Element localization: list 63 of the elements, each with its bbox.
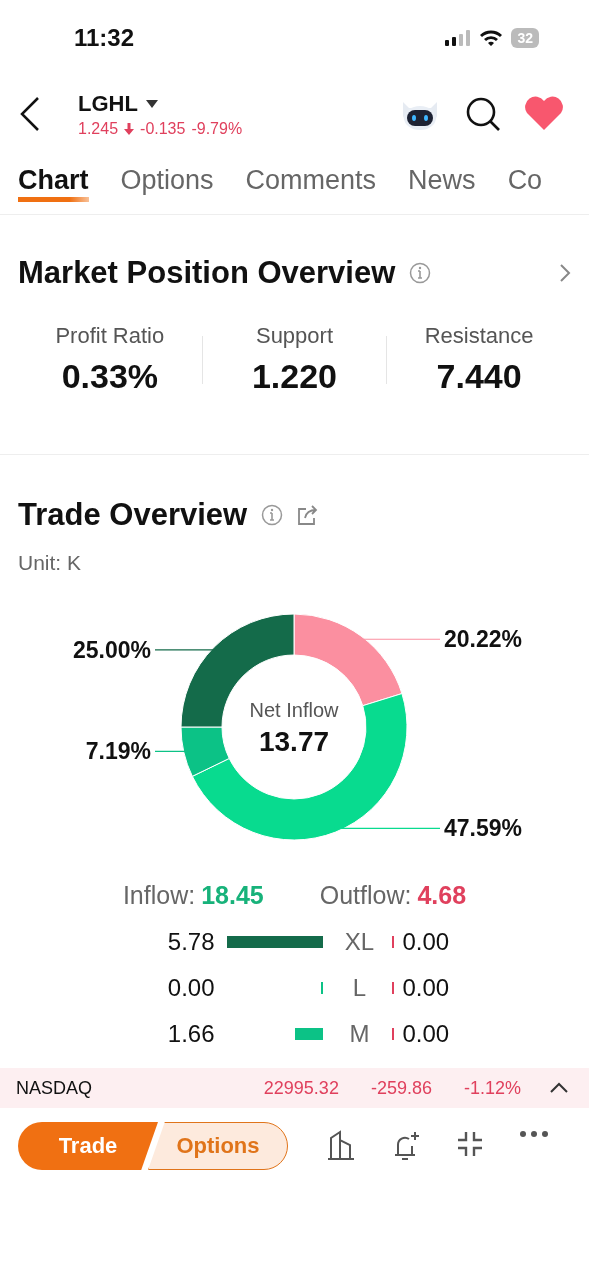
- inflow-bar: [294, 1028, 323, 1040]
- wifi-icon: [479, 29, 504, 47]
- tab[interactable]: Options: [120, 164, 214, 202]
- index-change-percent: -1.12%: [463, 1077, 521, 1099]
- tab[interactable]: Co: [507, 164, 543, 202]
- stat-value: 1.220: [251, 357, 338, 396]
- inflow-amount: 5.78: [166, 928, 216, 956]
- section-title: Trade Overview: [18, 497, 248, 533]
- order-size-label: M: [348, 1020, 371, 1048]
- center-value: 13.77: [258, 726, 330, 757]
- outflow-amount: 0.00: [402, 1020, 451, 1048]
- stat-value: 7.440: [436, 357, 522, 396]
- inflow-bar: [320, 982, 323, 994]
- outflow-amount: 0.00: [402, 974, 451, 1002]
- outflow-bar: [391, 982, 394, 994]
- outflow-bar: [391, 936, 394, 948]
- stat-label: Support: [255, 323, 333, 349]
- slice-percent-label: 25.00%: [73, 636, 151, 663]
- outflow-bar: [391, 1028, 394, 1040]
- chevron-up-icon[interactable]: [549, 1082, 569, 1094]
- slice-percent-label: 47.59%: [444, 815, 522, 842]
- slice-percent-label: 20.22%: [444, 626, 522, 653]
- stock-symbol[interactable]: LGHL: [78, 90, 138, 117]
- stock-price: 1.245: [78, 119, 119, 138]
- outflow-value: 4.68: [417, 881, 467, 910]
- inflow-label: Inflow:: [122, 881, 196, 910]
- tab[interactable]: News: [408, 164, 476, 202]
- down-arrow-icon: [124, 122, 135, 135]
- battery-indicator: 32: [511, 28, 539, 48]
- price-change: -0.135: [140, 119, 186, 138]
- dropdown-caret-icon[interactable]: [145, 99, 158, 108]
- status-time: 11:32: [74, 24, 135, 52]
- stat-label: Profit Ratio: [55, 323, 165, 349]
- tab[interactable]: Comments: [245, 164, 377, 202]
- inflow-value: 18.45: [201, 881, 264, 910]
- index-name: NASDAQ: [16, 1077, 94, 1099]
- inflow-amount: 1.66: [166, 1020, 216, 1048]
- outflow-amount: 0.00: [402, 928, 451, 956]
- trade-button[interactable]: Trade: [18, 1122, 158, 1170]
- section-title: Market Position Overview: [18, 255, 396, 291]
- order-size-label: XL: [343, 928, 376, 956]
- buildings-icon[interactable]: [325, 1130, 356, 1160]
- more-icon[interactable]: [519, 1130, 550, 1138]
- stat-value: 0.33%: [61, 357, 159, 396]
- info-icon[interactable]: [261, 504, 284, 526]
- unit-label: Unit: K: [18, 551, 83, 575]
- chevron-right-icon[interactable]: [559, 263, 571, 283]
- index-value: 22995.32: [263, 1077, 339, 1099]
- stat-label: Resistance: [424, 323, 534, 349]
- search-icon[interactable]: [465, 96, 501, 132]
- heart-icon[interactable]: [523, 96, 565, 132]
- share-icon[interactable]: [297, 505, 320, 525]
- price-change-percent: -9.79%: [191, 119, 243, 138]
- order-size-label: L: [351, 974, 368, 1002]
- outflow-label: Outflow:: [319, 881, 412, 910]
- collapse-icon[interactable]: [456, 1130, 485, 1158]
- center-label: Net Inflow: [249, 699, 339, 721]
- index-change: -259.86: [370, 1077, 432, 1099]
- back-icon[interactable]: [18, 96, 42, 132]
- signal-icon: [445, 30, 472, 46]
- info-icon[interactable]: [409, 262, 432, 284]
- slice-percent-label: 7.19%: [85, 738, 151, 765]
- inflow-amount: 0.00: [166, 974, 216, 1002]
